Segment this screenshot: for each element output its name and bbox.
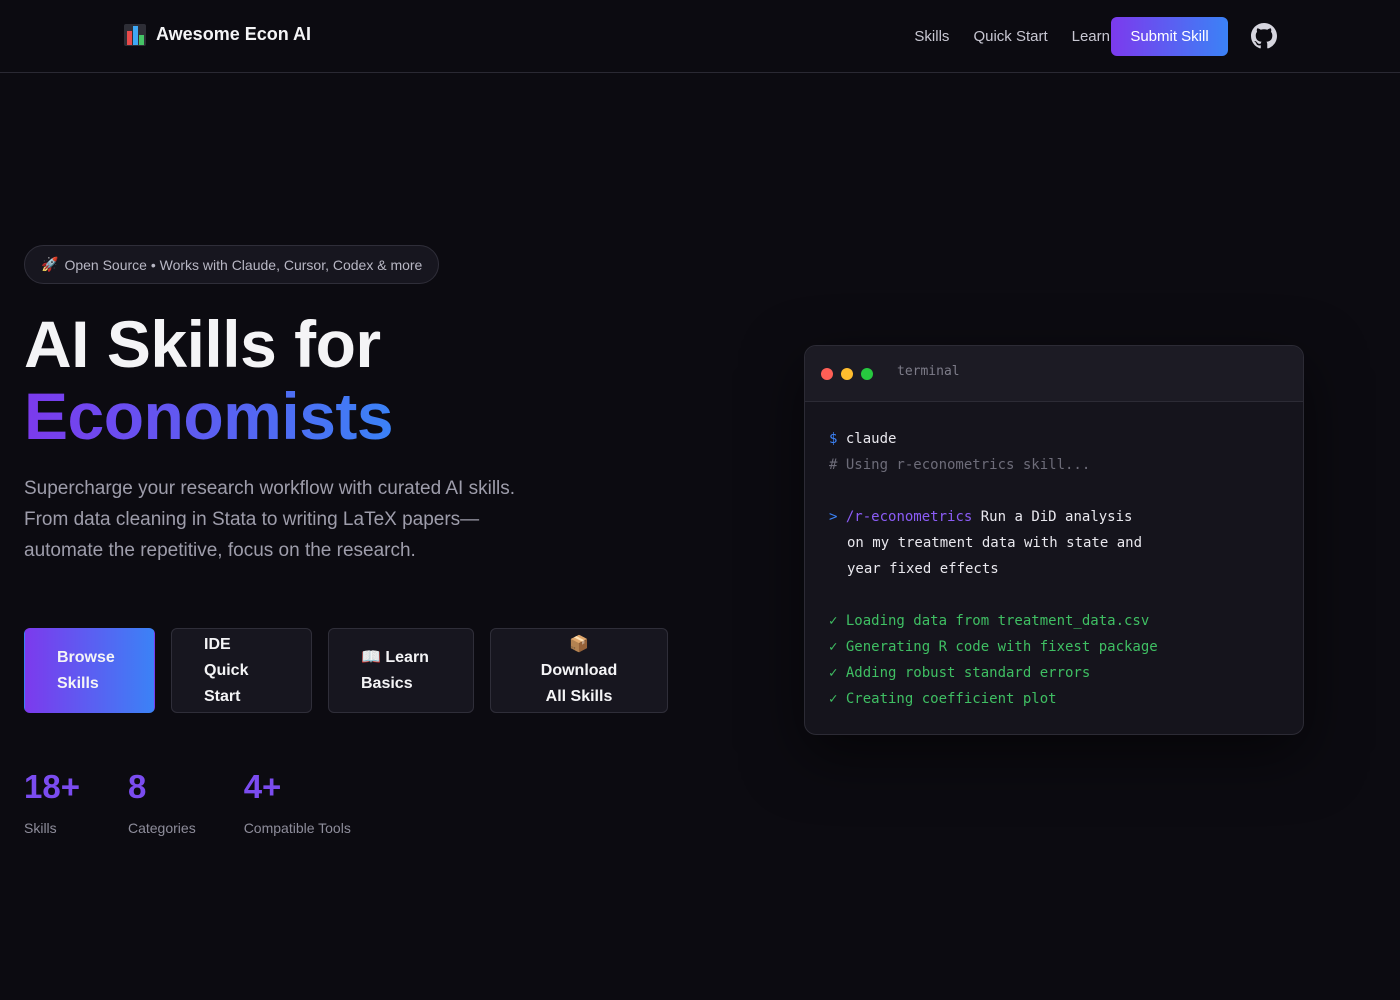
minimize-dot-icon xyxy=(841,368,853,380)
package-icon: 📦 xyxy=(569,635,589,653)
stat-value: 4+ xyxy=(243,768,282,805)
cta-label-line1: Browse xyxy=(57,648,115,666)
brand-name: Awesome Econ AI xyxy=(156,23,312,44)
learn-basics-button[interactable]: 📖 Learn Basics xyxy=(328,628,474,713)
status-line: ✓ Generating R code with fixest package xyxy=(829,639,1158,655)
terminal-line: > /r-econometrics Run a DiD analysis xyxy=(829,504,1279,530)
cta-label-line2: Start xyxy=(204,687,241,705)
open-source-badge: 🚀 Open Source • Works with Claude, Curso… xyxy=(24,245,440,284)
download-all-skills-button[interactable]: 📦 Download All Skills xyxy=(490,628,668,713)
stat-skills: 18+ Skills xyxy=(24,768,80,836)
hero-lead: Supercharge your research workflow with … xyxy=(24,478,516,561)
rocket-icon: 🚀 xyxy=(41,256,59,272)
cta-label-line1: Download xyxy=(540,661,618,679)
status-line: ✓ Loading data from treatment_data.csv xyxy=(829,613,1150,629)
terminal-line: $ claude xyxy=(829,426,1279,452)
arrow-symbol: > xyxy=(829,509,838,525)
cta-buttons: Browse Skills IDE Quick Start 📖 Learn Ba… xyxy=(24,628,668,713)
prompt-symbol: $ xyxy=(829,431,838,447)
browse-skills-button[interactable]: Browse Skills xyxy=(24,628,155,713)
ide-quick-start-button[interactable]: IDE Quick Start xyxy=(171,628,312,713)
hero-title-line1: AI Skills for xyxy=(24,307,381,381)
stat-tools: 4+ Compatible Tools xyxy=(244,768,351,836)
status-line: ✓ Creating coefficient plot xyxy=(829,691,1057,707)
stat-label: Categories xyxy=(127,820,196,836)
nav-link-learn[interactable]: Learn xyxy=(1072,28,1110,45)
hero-title: AI Skills for Economists xyxy=(24,307,394,453)
stat-label: Skills xyxy=(24,820,57,836)
nav-link-skills[interactable]: Skills xyxy=(914,28,949,45)
github-icon[interactable] xyxy=(1251,23,1277,49)
stat-label: Compatible Tools xyxy=(243,820,351,836)
nav-links: Skills Quick Start Learn xyxy=(914,0,1110,72)
terminal-comment: # Using r-econometrics skill... xyxy=(829,457,1091,473)
submit-skill-button[interactable]: Submit Skill xyxy=(1111,17,1228,56)
nav-link-quick-start[interactable]: Quick Start xyxy=(973,28,1047,45)
brand[interactable]: Awesome Econ AI xyxy=(124,22,311,46)
stat-categories: 8 Categories xyxy=(128,768,196,836)
top-nav: Awesome Econ AI Skills Quick Start Learn… xyxy=(0,0,1400,73)
bar-chart-icon xyxy=(124,22,146,46)
terminal-window: terminal $ claude # Using r-econometrics… xyxy=(804,345,1304,735)
stats: 18+ Skills 8 Categories 4+ Compatible To… xyxy=(24,768,351,836)
cta-label-line1: Learn xyxy=(385,648,429,666)
terminal-command: claude xyxy=(845,431,897,447)
cta-label-line2: All Skills xyxy=(545,687,613,705)
cta-label-line1: IDE Quick xyxy=(204,635,249,679)
terminal-body: $ claude # Using r-econometrics skill...… xyxy=(805,402,1303,734)
cta-label-line2: Basics xyxy=(361,674,413,692)
request-text: on my treatment data with state and xyxy=(847,535,1143,551)
terminal-titlebar: terminal xyxy=(805,346,1303,402)
request-text: year fixed effects xyxy=(847,561,999,577)
request-text: Run a DiD analysis xyxy=(980,509,1133,525)
stat-value: 8 xyxy=(127,768,147,805)
cta-label-line2: Skills xyxy=(57,674,99,692)
maximize-dot-icon xyxy=(861,368,873,380)
badge-text: Open Source • Works with Claude, Cursor,… xyxy=(64,256,423,273)
terminal-title: terminal xyxy=(897,364,960,379)
close-dot-icon xyxy=(821,368,833,380)
status-line: ✓ Adding robust standard errors xyxy=(829,665,1091,681)
slash-command: /r-econometrics xyxy=(845,509,973,525)
book-icon: 📖 xyxy=(361,648,381,666)
stat-value: 18+ xyxy=(24,768,80,805)
hero-title-line2: Economists xyxy=(24,379,394,453)
